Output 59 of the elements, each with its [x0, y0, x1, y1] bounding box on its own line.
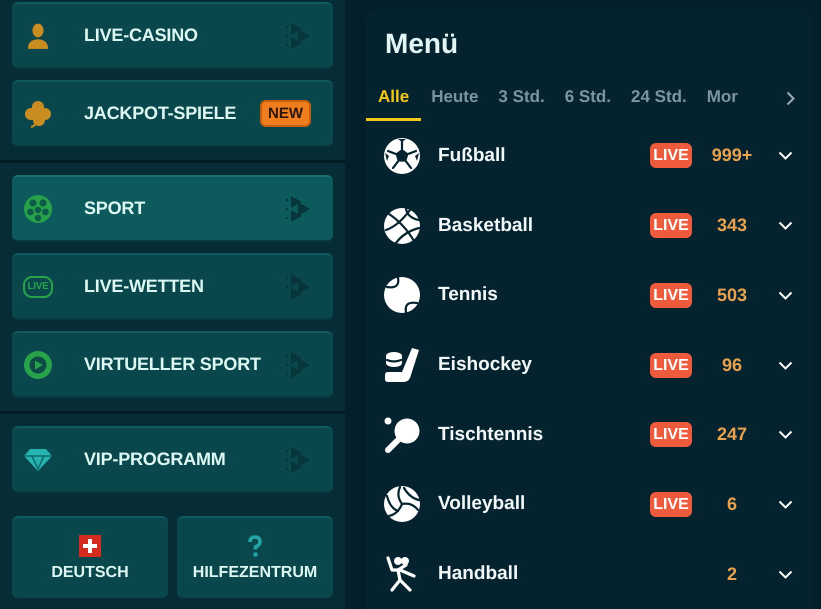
live-badge: LIVE [650, 213, 692, 238]
chevron-down-icon[interactable] [778, 500, 793, 509]
filter-tab[interactable]: 3 Std. [488, 72, 555, 121]
basketball-icon [384, 208, 420, 244]
live-badge: LIVE [650, 422, 692, 448]
filter-tab[interactable]: Alle [366, 72, 422, 121]
filter-tab[interactable]: Heute [421, 72, 488, 121]
chevron-down-icon[interactable] [778, 570, 793, 579]
sport-name[interactable]: Tischtennis [438, 424, 650, 446]
live-icon: LIVE [23, 276, 53, 298]
clover-icon [24, 100, 52, 128]
sidebar-item[interactable]: LIVE-CASINO [12, 2, 333, 69]
chevron-down-icon[interactable] [778, 221, 793, 230]
chevron-down-icon[interactable] [778, 290, 793, 300]
event-count: 343 [716, 215, 748, 236]
chevron-right-icon[interactable] [786, 91, 795, 106]
event-count: 247 [716, 424, 748, 446]
language-button[interactable]: DEUTSCH [12, 516, 168, 598]
chevron-down-icon[interactable] [778, 151, 793, 160]
tennis-ball-icon [384, 277, 420, 314]
sidebar-item[interactable]: JACKPOT-SPIELE NEW [12, 80, 333, 147]
sport-name[interactable]: Basketball [438, 214, 650, 237]
hockey-stick-icon [384, 347, 420, 384]
help-center-button[interactable]: HILFEZENTRUM [177, 516, 333, 598]
sidebar-item[interactable]: VIP-PROGRAMM [12, 426, 333, 493]
event-count: 999+ [712, 145, 752, 166]
sidebar-item[interactable]: LIVE LIVE-WETTEN [12, 253, 333, 320]
question-mark-icon [247, 534, 263, 556]
person-icon [27, 22, 49, 48]
sport-name[interactable]: Handball [438, 563, 650, 586]
live-badge: LIVE [650, 352, 692, 378]
event-count: 2 [726, 564, 737, 585]
filter-tab[interactable]: Mor [696, 72, 748, 121]
diamond-icon [23, 448, 53, 472]
play-icon [24, 350, 52, 378]
sport-name[interactable]: Tennis [438, 284, 650, 306]
event-count: 503 [716, 284, 748, 306]
event-count: 6 [726, 494, 737, 515]
ping-pong-paddle-icon [384, 416, 420, 453]
menu-title: Menü [385, 27, 458, 61]
sport-name[interactable]: Fußball [438, 144, 650, 167]
sport-name[interactable]: Eishockey [438, 354, 650, 376]
triangle-arrow-icon [285, 194, 311, 222]
volleyball-icon [384, 486, 420, 522]
sidebar-item[interactable]: VIRTUELLER SPORT [12, 331, 333, 398]
sport-name[interactable]: Volleyball [438, 493, 650, 516]
live-badge: LIVE [650, 282, 692, 308]
event-count: 96 [722, 354, 742, 376]
live-badge: LIVE [650, 143, 692, 168]
sidebar-item[interactable]: SPORT [12, 175, 333, 242]
soccer-ball-icon [384, 138, 420, 174]
chevron-down-icon[interactable] [778, 430, 793, 440]
flag-icon [79, 534, 101, 556]
live-badge: LIVE [650, 492, 692, 517]
chevron-down-icon[interactable] [778, 360, 793, 370]
new-badge: NEW [260, 100, 311, 127]
filter-tab[interactable]: 6 Std. [554, 72, 622, 121]
filter-tab[interactable]: 24 Std. [621, 72, 697, 121]
ball-icon [24, 194, 52, 222]
